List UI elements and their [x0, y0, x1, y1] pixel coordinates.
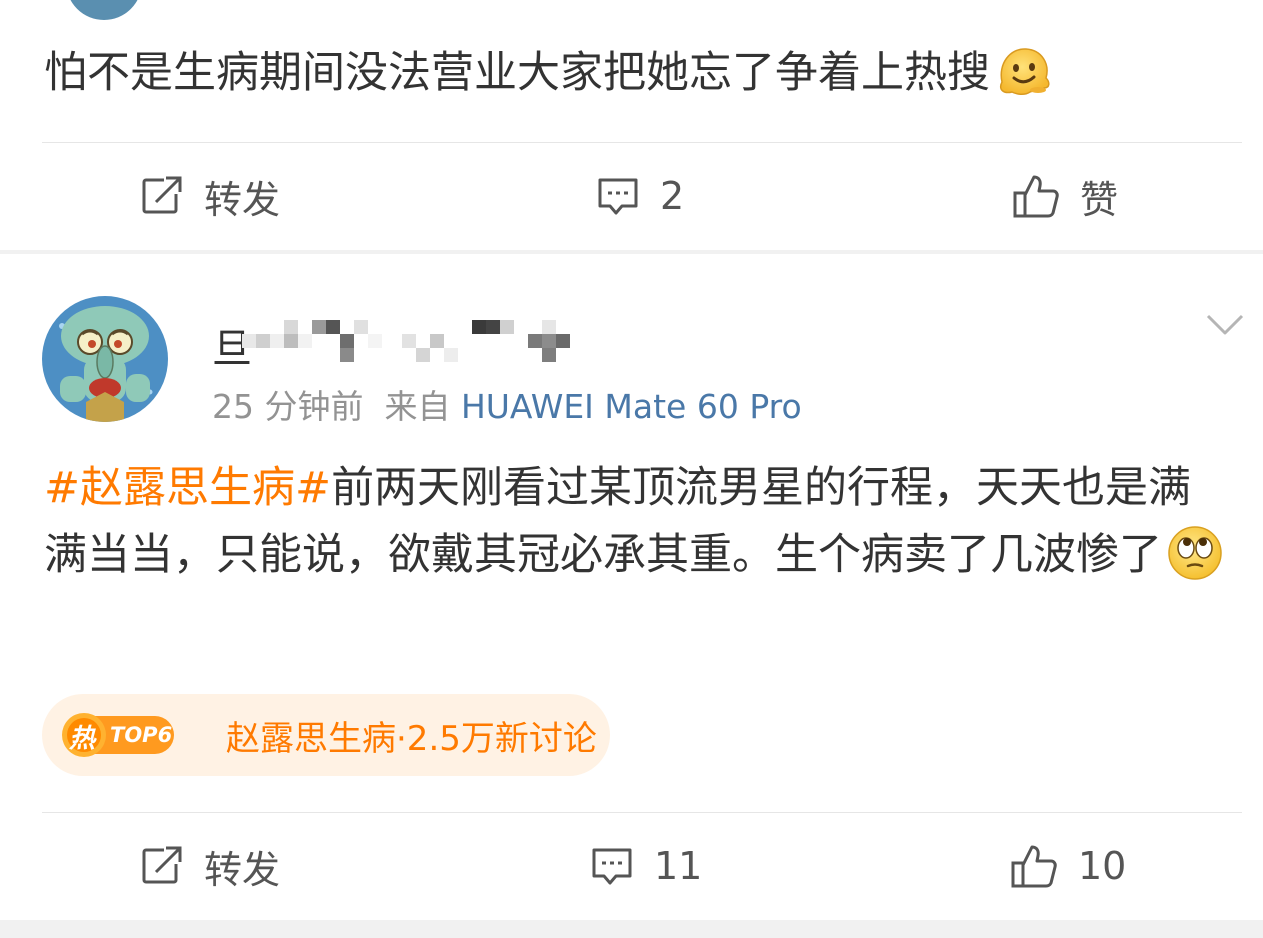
post-text: 怕不是生病期间没法营业大家把她忘了争着上热搜 [44, 40, 1234, 107]
eye-roll-face-icon [1166, 524, 1224, 582]
hot-badge-rank: TOP6 [110, 723, 173, 747]
username-mosaic [242, 320, 582, 366]
hot-badge-char: 热 [69, 724, 96, 754]
avatar[interactable] [42, 296, 168, 422]
comment-count: 2 [660, 174, 685, 218]
comment-button[interactable]: 11 [590, 816, 702, 916]
comment-count: 11 [654, 844, 703, 888]
thumbs-up-icon [1010, 843, 1058, 889]
like-label: 赞 [1080, 177, 1119, 222]
hot-search-badge: 热 TOP6 [62, 712, 214, 758]
post-text: #赵露思生病#前两天刚看过某顶流男星的行程，天天也是满满当当，只能说，欲戴其冠必… [44, 455, 1234, 589]
share-icon [140, 846, 184, 886]
hashtag-link[interactable]: #赵露思生病# [44, 463, 331, 513]
like-button[interactable]: 10 [1010, 816, 1126, 916]
like-count: 10 [1078, 844, 1127, 888]
card-separator [0, 920, 1263, 938]
post-card-2: 旦 25 分钟前 来自 HUAWEI Mate 60 Pro #赵露思生病#前两… [0, 254, 1263, 938]
post-actions-bar: 转发 11 10 [0, 816, 1263, 916]
repost-label: 转发 [204, 847, 281, 892]
post-source-label: 来自 [384, 387, 451, 426]
more-options-button[interactable] [1206, 314, 1244, 340]
username[interactable]: 旦 [212, 316, 582, 372]
post-time: 25 分钟前 [212, 387, 364, 426]
post-actions-bar: 转发 2 赞 [0, 146, 1263, 246]
divider [42, 812, 1242, 813]
hot-topic-text: 赵露思生病·2.5万新讨论 [226, 718, 597, 759]
chevron-down-icon [1206, 314, 1244, 340]
comment-icon [596, 176, 640, 216]
post-meta: 25 分钟前 来自 HUAWEI Mate 60 Pro [212, 380, 802, 428]
repost-button[interactable]: 转发 [140, 146, 280, 246]
divider [42, 142, 1242, 143]
post-card-1: 怕不是生病期间没法营业大家把她忘了争着上热搜 转发 2 赞 [0, 0, 1263, 250]
like-button[interactable]: 赞 [1012, 146, 1118, 246]
comment-icon [590, 846, 634, 886]
share-icon [140, 176, 184, 216]
comment-button[interactable]: 2 [596, 146, 684, 246]
post-body-text: 怕不是生病期间没法营业大家把她忘了争着上热搜 [44, 48, 990, 98]
repost-label: 转发 [204, 177, 281, 222]
thumbs-up-icon [1012, 173, 1060, 219]
avatar[interactable] [66, 0, 142, 20]
hot-topic-chip[interactable]: 热 TOP6 赵露思生病·2.5万新讨论 [42, 694, 610, 776]
melting-face-icon [994, 42, 1052, 100]
repost-button[interactable]: 转发 [140, 816, 280, 916]
device-link[interactable]: HUAWEI Mate 60 Pro [461, 387, 802, 426]
